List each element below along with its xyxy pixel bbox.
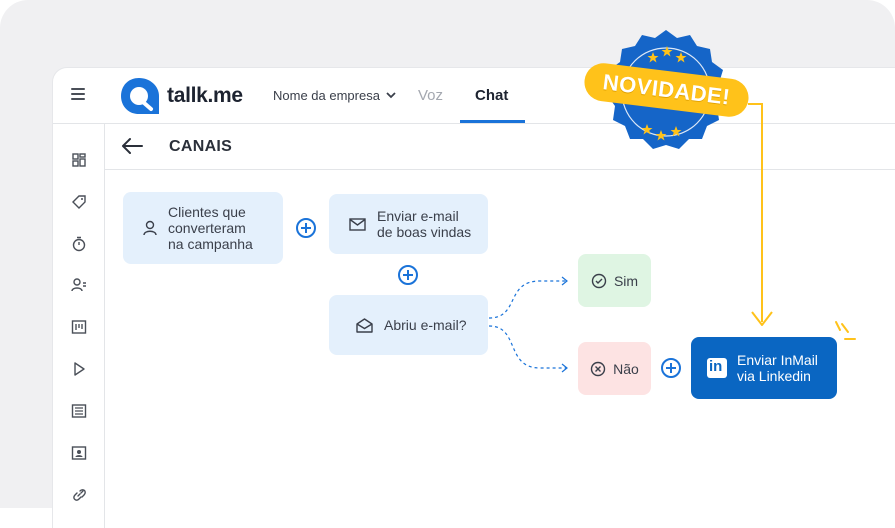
no-label: Não bbox=[613, 360, 639, 377]
linkedin-icon: in bbox=[707, 358, 727, 378]
yes-label: Sim bbox=[613, 272, 639, 289]
linkedin-inmail-node[interactable]: in Enviar InMail via Linkedin bbox=[691, 337, 837, 399]
x-circle-icon bbox=[590, 361, 606, 376]
linkedin-line-1: Enviar InMail bbox=[737, 352, 818, 368]
add-step-button[interactable] bbox=[661, 358, 681, 378]
no-node[interactable]: Não bbox=[578, 342, 651, 395]
check-circle-icon bbox=[591, 273, 607, 288]
yes-node[interactable]: Sim bbox=[578, 254, 651, 307]
linkedin-line-2: via Linkedin bbox=[737, 368, 811, 384]
flow-connectors bbox=[488, 103, 856, 373]
